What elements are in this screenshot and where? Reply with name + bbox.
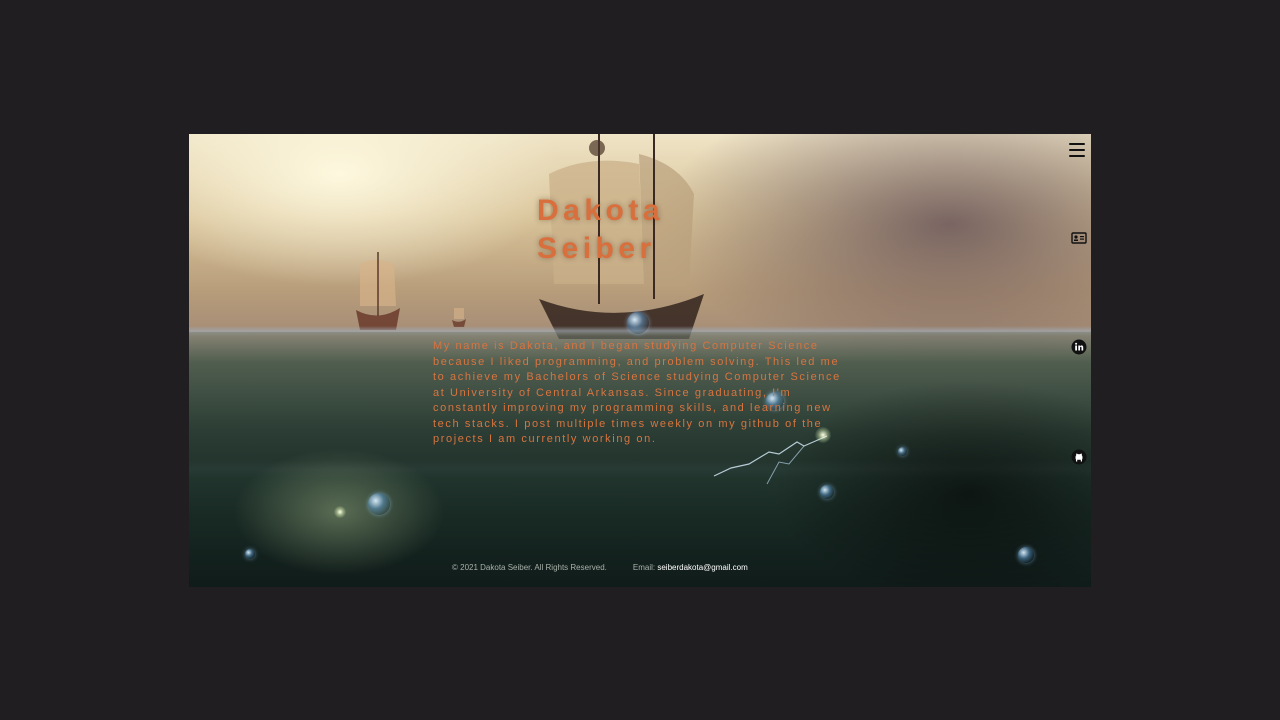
email-link[interactable]: seiberdakota@gmail.com <box>657 563 747 572</box>
hero-background: Dakota Seiber My name is Dakota, and I b… <box>189 134 1091 587</box>
lure-light-left <box>334 506 346 518</box>
footer: © 2021 Dakota Seiber. All Rights Reserve… <box>452 563 748 572</box>
menu-bar <box>1069 143 1085 145</box>
bio-paragraph: My name is Dakota, and I began studying … <box>433 340 841 445</box>
distant-ship-small <box>452 308 466 327</box>
email-label: Email: <box>632 563 656 572</box>
hero-title: Dakota Seiber <box>537 192 737 268</box>
bubble <box>898 447 907 456</box>
bubble <box>245 549 255 559</box>
bubble <box>627 312 649 334</box>
last-name: Seiber <box>537 232 656 265</box>
resume-card-icon[interactable] <box>1071 230 1087 246</box>
bubble <box>820 485 834 499</box>
bubble <box>1018 547 1034 563</box>
menu-bar <box>1069 155 1085 157</box>
menu-bar <box>1069 149 1085 151</box>
github-icon[interactable] <box>1071 449 1087 465</box>
email-contact: Email: seiberdakota@gmail.com <box>633 563 748 572</box>
copyright-text: © 2021 Dakota Seiber. All Rights Reserve… <box>452 563 607 572</box>
bubble <box>368 493 390 515</box>
linkedin-icon[interactable] <box>1071 339 1087 355</box>
distant-ship-left <box>356 252 400 330</box>
first-name: Dakota <box>537 194 665 227</box>
hamburger-menu-icon[interactable] <box>1069 143 1085 157</box>
